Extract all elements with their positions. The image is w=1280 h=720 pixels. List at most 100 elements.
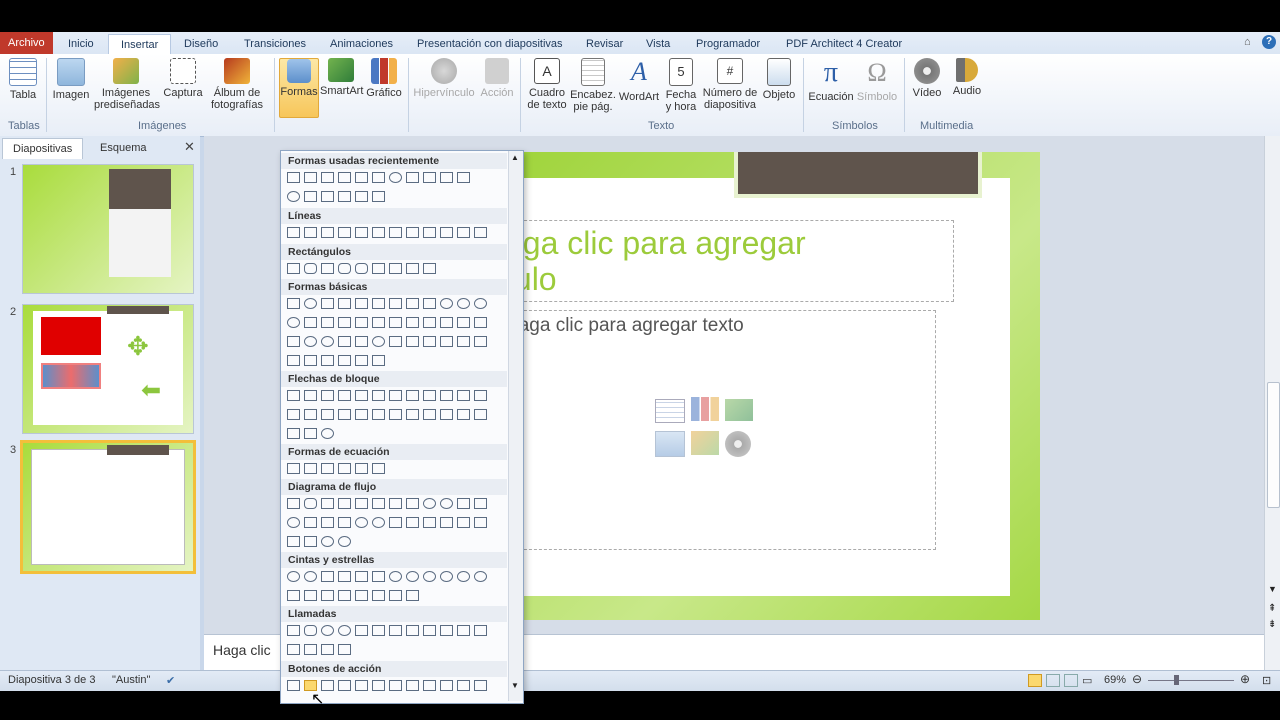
zoom-slider[interactable]: [1148, 680, 1234, 681]
shape-item[interactable]: [287, 390, 300, 401]
shape-item[interactable]: [440, 409, 453, 420]
shape-item[interactable]: [304, 571, 317, 582]
shape-item[interactable]: [372, 571, 385, 582]
gallery-scrollbar[interactable]: ▲ ▼: [508, 151, 523, 701]
shape-item[interactable]: [474, 390, 487, 401]
shape-item[interactable]: [389, 390, 402, 401]
shape-item[interactable]: [372, 409, 385, 420]
shape-item[interactable]: [406, 625, 419, 636]
shape-item[interactable]: [423, 409, 436, 420]
tab-archivo[interactable]: Archivo: [0, 32, 53, 54]
album-fotografias-button[interactable]: Álbum de fotografías: [206, 58, 268, 111]
shape-item[interactable]: [287, 590, 300, 601]
shape-item[interactable]: [304, 172, 317, 183]
shape-item[interactable]: [304, 298, 317, 309]
close-panel-icon[interactable]: ✕: [184, 139, 195, 155]
tab-diapositivas[interactable]: Diapositivas: [2, 138, 84, 159]
shape-item[interactable]: [457, 517, 470, 528]
shape-item[interactable]: [406, 336, 419, 347]
encabezado-pie-button[interactable]: Encabez. pie pág.: [570, 58, 616, 113]
shape-item[interactable]: [304, 625, 317, 636]
shape-item[interactable]: [440, 517, 453, 528]
shape-item[interactable]: [304, 536, 317, 547]
shape-item[interactable]: [474, 680, 487, 691]
shape-item[interactable]: [321, 263, 334, 274]
shape-item[interactable]: [440, 498, 453, 509]
shape-item[interactable]: [372, 517, 385, 528]
tab-pdf-architect[interactable]: PDF Architect 4 Creator: [774, 34, 914, 54]
shape-item[interactable]: [440, 172, 453, 183]
shape-item[interactable]: [457, 409, 470, 420]
scroll-up-arrow-icon[interactable]: ▲: [511, 153, 519, 162]
shape-item[interactable]: [338, 644, 351, 655]
shape-item[interactable]: [406, 263, 419, 274]
objeto-button[interactable]: Objeto: [760, 58, 798, 101]
shape-item[interactable]: [355, 463, 368, 474]
shape-item[interactable]: [423, 571, 436, 582]
shape-item[interactable]: [372, 390, 385, 401]
normal-view-icon[interactable]: [1028, 674, 1042, 687]
shape-item[interactable]: [338, 355, 351, 366]
shape-item[interactable]: [389, 263, 402, 274]
shape-item[interactable]: [338, 263, 351, 274]
audio-button[interactable]: Audio: [948, 58, 986, 97]
shape-item[interactable]: [304, 227, 317, 238]
video-button[interactable]: Vídeo: [908, 58, 946, 99]
shape-item[interactable]: [355, 590, 368, 601]
slideshow-icon[interactable]: ▭: [1082, 674, 1092, 687]
tab-presentacion[interactable]: Presentación con diapositivas: [405, 34, 575, 54]
shape-item[interactable]: [355, 317, 368, 328]
shape-item[interactable]: [423, 498, 436, 509]
shape-item[interactable]: [372, 227, 385, 238]
next-slide-icon[interactable]: ⇟: [1268, 620, 1276, 630]
shape-item[interactable]: [321, 463, 334, 474]
shape-item[interactable]: [372, 355, 385, 366]
wordart-button[interactable]: A WordArt: [617, 58, 661, 104]
vertical-scrollbar[interactable]: ▼ ⇞ ⇟: [1264, 136, 1280, 670]
slide-thumbnail-1[interactable]: [22, 164, 194, 294]
shape-item[interactable]: [355, 517, 368, 528]
shape-item[interactable]: [287, 409, 300, 420]
cuadro-de-texto-button[interactable]: A Cuadro de texto: [524, 58, 570, 111]
shape-item[interactable]: [372, 298, 385, 309]
scroll-down-arrow-icon[interactable]: ▼: [511, 681, 519, 690]
shape-item[interactable]: [304, 644, 317, 655]
shape-item[interactable]: [338, 390, 351, 401]
shape-item[interactable]: [338, 336, 351, 347]
shape-item[interactable]: [389, 172, 402, 183]
shape-item[interactable]: [474, 409, 487, 420]
smartart-button[interactable]: SmartArt: [320, 58, 363, 97]
insert-smartart-icon[interactable]: [725, 399, 753, 421]
shape-item[interactable]: [440, 390, 453, 401]
shape-item[interactable]: [440, 298, 453, 309]
shape-item[interactable]: [321, 390, 334, 401]
numero-diapositiva-button[interactable]: # Número de diapositiva: [702, 58, 758, 111]
simbolo-button[interactable]: Ω Símbolo: [856, 58, 898, 103]
scroll-down-arrow-icon[interactable]: ▼: [1268, 584, 1277, 594]
shape-item[interactable]: [338, 571, 351, 582]
shape-item[interactable]: [423, 680, 436, 691]
shape-item[interactable]: [287, 463, 300, 474]
shape-item[interactable]: [389, 517, 402, 528]
shape-item[interactable]: [355, 298, 368, 309]
shape-item[interactable]: [338, 227, 351, 238]
shape-item[interactable]: [321, 409, 334, 420]
zoom-in-icon[interactable]: ⊕: [1240, 672, 1250, 686]
shape-item[interactable]: [321, 536, 334, 547]
shape-item[interactable]: [304, 263, 317, 274]
shape-item[interactable]: [389, 227, 402, 238]
shape-item[interactable]: [389, 409, 402, 420]
shape-item[interactable]: [287, 317, 300, 328]
tab-insertar[interactable]: Insertar: [108, 34, 172, 55]
shape-item[interactable]: [321, 644, 334, 655]
shape-item[interactable]: [406, 317, 419, 328]
shape-item[interactable]: [304, 409, 317, 420]
previous-slide-icon[interactable]: ⇞: [1268, 604, 1276, 614]
shape-item[interactable]: [304, 428, 317, 439]
shape-item[interactable]: [406, 571, 419, 582]
shape-item[interactable]: [474, 517, 487, 528]
shape-item[interactable]: [474, 336, 487, 347]
slide-thumbnail-3[interactable]: [20, 440, 196, 574]
shape-item[interactable]: [338, 680, 351, 691]
shape-item[interactable]: [338, 536, 351, 547]
